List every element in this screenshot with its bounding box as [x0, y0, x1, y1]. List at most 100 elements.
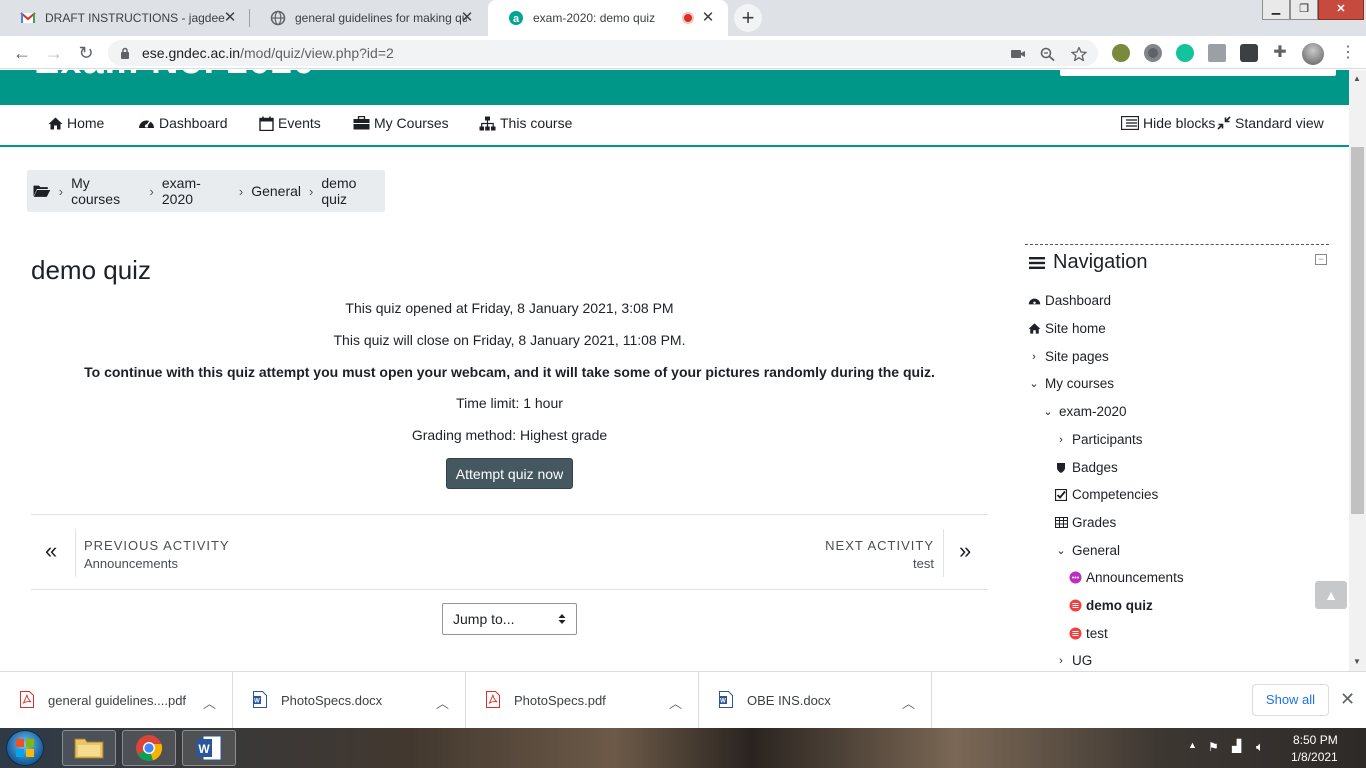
tree-test[interactable]: test [1068, 626, 1108, 641]
tree-label: exam-2020 [1059, 404, 1127, 419]
tree-course-exam-2020[interactable]: ⌄ exam-2020 [1041, 404, 1127, 419]
reload-icon[interactable]: ↻ [74, 41, 98, 65]
nav-home[interactable]: Home [48, 115, 104, 131]
volume-icon[interactable]: 🔈︎ [1256, 739, 1264, 755]
breadcrumb-course[interactable]: exam-2020 [162, 175, 231, 207]
calendar-icon [259, 116, 274, 131]
tree-announcements[interactable]: Announcements [1068, 570, 1184, 585]
file-explorer-taskbar-button[interactable] [62, 730, 116, 766]
start-button[interactable] [6, 730, 44, 766]
next-activity-link[interactable]: test [913, 556, 934, 571]
chevron-up-icon[interactable]: ︿ [203, 693, 216, 712]
extension-cube-icon[interactable] [1240, 44, 1258, 62]
tree-label: test [1086, 626, 1108, 641]
minimize-button[interactable]: ▁ [1262, 0, 1290, 20]
extension-owl-icon[interactable] [1112, 44, 1130, 62]
breadcrumb-current[interactable]: demo quiz [321, 175, 385, 207]
tree-site-home[interactable]: Site home [1027, 321, 1106, 336]
close-window-button[interactable]: ✕ [1318, 0, 1364, 20]
scroll-down-icon[interactable]: ▼ [1353, 657, 1361, 666]
new-tab-button[interactable]: + [734, 4, 762, 32]
close-tab-icon[interactable]: ✕ [700, 10, 716, 26]
download-item[interactable]: W OBE INS.docx ︿ [699, 672, 932, 729]
nav-my-courses[interactable]: My Courses [353, 115, 449, 131]
nav-label: Dashboard [159, 115, 228, 131]
show-hidden-icons-icon[interactable]: ▲ [1188, 740, 1197, 750]
action-center-icon[interactable]: ⚑ [1208, 740, 1219, 754]
standard-view-button[interactable]: Standard view [1217, 115, 1324, 131]
close-tab-icon[interactable]: ✕ [222, 10, 238, 26]
banner-search-box[interactable] [1060, 70, 1336, 76]
address-bar[interactable]: ese.gndec.ac.in/mod/quiz/view.php?id=2 [108, 40, 1098, 66]
nav-this-course[interactable]: This course [479, 115, 572, 131]
time-limit-text: Time limit: 1 hour [456, 395, 563, 411]
tree-dashboard[interactable]: Dashboard [1027, 293, 1111, 308]
jump-to-placeholder: Jump to... [453, 611, 515, 627]
tree-badges[interactable]: Badges [1054, 460, 1118, 475]
nav-dashboard[interactable]: Dashboard [138, 115, 228, 131]
double-chevron-left-icon[interactable]: « [45, 538, 57, 564]
jump-to-select[interactable]: Jump to... [442, 603, 577, 635]
back-icon[interactable]: ← [10, 41, 34, 65]
extension-pdf-icon[interactable] [1208, 44, 1226, 62]
home-icon [48, 117, 63, 129]
previous-activity-caption: PREVIOUS ACTIVITY [84, 538, 230, 553]
tree-my-courses[interactable]: ⌄ My courses [1027, 376, 1114, 391]
tab-demo-quiz[interactable]: a exam-2020: demo quiz ✕ [488, 0, 728, 36]
show-all-downloads-button[interactable]: Show all [1252, 684, 1329, 716]
tree-participants[interactable]: › Participants [1054, 432, 1142, 447]
back-to-top-button[interactable]: ▲ [1315, 581, 1347, 609]
download-item[interactable]: general guidelines....pdf ︿ [0, 672, 233, 729]
clock-time[interactable]: 8:50 PM [1293, 733, 1338, 747]
download-shelf: general guidelines....pdf ︿ W PhotoSpecs… [0, 671, 1366, 729]
nav-events[interactable]: Events [259, 115, 321, 131]
tree-site-pages[interactable]: › Site pages [1027, 349, 1109, 364]
chrome-menu-icon[interactable]: ⋮ [1336, 41, 1360, 65]
breadcrumb-section[interactable]: General [251, 183, 301, 199]
chevron-up-icon[interactable]: ︿ [436, 693, 449, 712]
download-item[interactable]: W PhotoSpecs.docx ︿ [233, 672, 466, 729]
profile-avatar[interactable] [1302, 43, 1324, 65]
tab-title: general guidelines for making qu [295, 11, 467, 25]
tab-guidelines[interactable]: general guidelines for making qu ✕ [250, 0, 487, 36]
tree-general[interactable]: ⌄ General [1054, 543, 1120, 558]
nav-label: This course [500, 115, 573, 131]
tree-label: Competencies [1072, 487, 1159, 502]
tree-competencies[interactable]: Competencies [1054, 487, 1158, 502]
clock-date[interactable]: 1/8/2021 [1291, 750, 1338, 764]
close-download-shelf-icon[interactable]: ✕ [1340, 689, 1355, 710]
tree-demo-quiz[interactable]: demo quiz [1068, 598, 1153, 613]
extension-circle-icon[interactable] [1144, 44, 1162, 62]
system-tray: ▲ ⚑ ▟ 🔈︎ 8:50 PM 1/8/2021 [1182, 728, 1366, 768]
word-taskbar-button[interactable]: W [182, 730, 236, 766]
chevron-up-icon[interactable]: ︿ [902, 693, 915, 712]
attempt-quiz-button[interactable]: Attempt quiz now [446, 458, 573, 489]
tree-ug[interactable]: › UG [1054, 653, 1092, 668]
scrollbar-thumb[interactable] [1351, 147, 1364, 514]
collapse-block-icon[interactable]: − [1315, 254, 1327, 265]
double-chevron-right-icon[interactable]: » [959, 538, 971, 564]
chevron-up-icon[interactable]: ︿ [669, 693, 682, 712]
camera-icon[interactable] [1010, 47, 1026, 61]
download-item[interactable]: PhotoSpecs.pdf ︿ [466, 672, 699, 729]
chrome-taskbar-button[interactable] [122, 730, 176, 766]
page-scrollbar[interactable]: ▲ ▼ [1349, 70, 1366, 671]
grammarly-icon[interactable] [1176, 44, 1194, 62]
maximize-button[interactable]: ❐ [1290, 0, 1318, 20]
bookmark-star-icon[interactable] [1071, 47, 1087, 61]
tree-grades[interactable]: Grades [1054, 515, 1116, 530]
download-filename: OBE INS.docx [747, 693, 831, 708]
tab-gmail[interactable]: DRAFT INSTRUCTIONS - jagdeep ✕ [0, 0, 250, 36]
zoom-icon[interactable] [1040, 47, 1056, 61]
recording-icon [682, 12, 694, 24]
scroll-up-icon[interactable]: ▲ [1353, 74, 1361, 83]
close-tab-icon[interactable]: ✕ [459, 10, 475, 26]
network-icon[interactable]: ▟ [1232, 739, 1241, 753]
extensions-puzzle-icon[interactable]: ✚ [1268, 41, 1292, 65]
moodle-icon: a [509, 11, 523, 25]
folder-icon[interactable] [33, 184, 51, 198]
hide-blocks-button[interactable]: Hide blocks [1121, 115, 1215, 131]
forward-icon[interactable]: → [42, 41, 66, 65]
previous-activity-link[interactable]: Announcements [84, 556, 178, 571]
breadcrumb-my-courses[interactable]: My courses [71, 175, 141, 207]
